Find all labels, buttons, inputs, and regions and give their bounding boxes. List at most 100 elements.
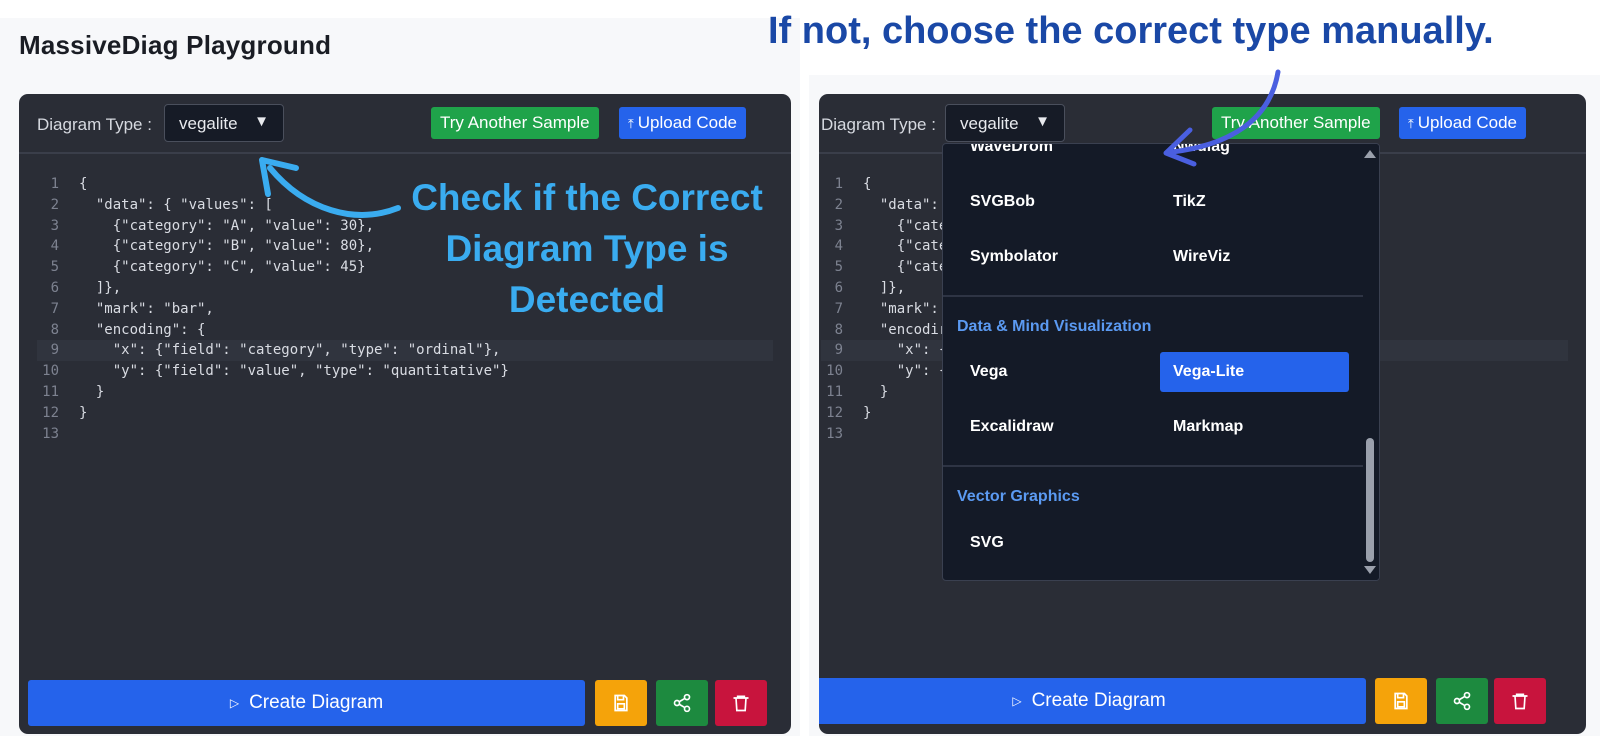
scroll-thumb[interactable] <box>1366 438 1374 562</box>
line-number: 3 <box>50 217 59 234</box>
line-number: 2 <box>50 196 59 213</box>
diagram-type-select[interactable]: vegalite ▼ <box>164 104 284 142</box>
dropdown-item-wireviz[interactable]: WireViz <box>1173 248 1230 266</box>
line-number: 5 <box>834 259 843 276</box>
panel-header: Diagram Type : vegalite ▼ Try Another Sa… <box>19 94 791 154</box>
try-another-sample-button[interactable]: Try Another Sample <box>1212 107 1380 139</box>
code-text: "encoding": { <box>79 321 206 338</box>
code-text: "mark": <box>863 300 939 317</box>
dropdown-group-data-mind: Data & Mind Visualization <box>957 318 1152 335</box>
code-text: "x": { <box>863 342 948 359</box>
share-icon <box>673 693 691 713</box>
dropdown-item-svg[interactable]: SVG <box>970 534 1004 552</box>
line-number: 1 <box>50 176 59 192</box>
code-text: "data": { "values": [ <box>79 196 273 213</box>
code-text: ]}, <box>863 279 906 296</box>
line-number: 4 <box>50 238 59 255</box>
code-line[interactable]: 10 "y": {"field": "value", "type": "quan… <box>37 361 773 382</box>
code-text: {"category": "C", "value": 45} <box>79 259 366 276</box>
dropdown-item-excalidraw[interactable]: Excalidraw <box>970 418 1054 436</box>
dropdown-item-tikz[interactable]: TikZ <box>1173 193 1206 211</box>
code-line[interactable]: 9 "x": {"field": "category", "type": "or… <box>37 340 773 362</box>
line-number: 11 <box>42 383 59 400</box>
code-text: "y": {"field": "value", "type": "quantit… <box>79 363 509 380</box>
diagram-type-select[interactable]: vegalite ▼ <box>945 104 1065 142</box>
code-text: } <box>79 404 88 421</box>
code-text: ]}, <box>79 279 122 296</box>
upload-code-button[interactable]: ⤒ Upload Code <box>1399 107 1526 139</box>
create-diagram-button[interactable]: ▷ Create Diagram <box>819 678 1366 724</box>
delete-button[interactable] <box>1494 678 1546 724</box>
annotation-left-line: Check if the Correct <box>411 177 763 218</box>
code-line[interactable]: 12} <box>37 403 773 424</box>
upload-code-label: Upload Code <box>1417 113 1517 132</box>
create-diagram-button[interactable]: ▷ Create Diagram <box>28 680 585 726</box>
save-icon <box>1394 692 1408 710</box>
code-text: {"cate <box>863 259 948 276</box>
code-text: {"cate <box>863 238 948 255</box>
line-number: 7 <box>50 300 59 317</box>
upload-icon: ⤒ <box>628 116 634 131</box>
dropdown-item-wavedrom[interactable]: WaveDrom <box>970 144 1053 156</box>
trash-icon <box>733 695 749 712</box>
line-number: 6 <box>834 279 843 296</box>
editor-footer: ▷ Create Diagram <box>819 678 1577 726</box>
save-button[interactable] <box>1375 678 1427 724</box>
code-text: {"category": "B", "value": 80}, <box>79 238 375 255</box>
page: MassiveDiag Playground Diagram Type : ve… <box>0 0 1600 750</box>
diagram-type-label: Diagram Type : <box>37 115 152 134</box>
save-icon <box>614 694 628 712</box>
upload-icon: ⤒ <box>1408 116 1414 131</box>
diagram-type-dropdown[interactable]: WaveDrom Nwdiag SVGBob TikZ Symbolator W… <box>942 143 1380 581</box>
line-number: 12 <box>42 404 59 421</box>
line-number: 8 <box>50 321 59 338</box>
line-number: 7 <box>834 300 843 317</box>
code-text: "x": {"field": "category", "type": "ordi… <box>79 342 501 359</box>
dropdown-item-svgbob[interactable]: SVGBob <box>970 193 1035 211</box>
dropdown-item-vega-lite[interactable]: Vega-Lite <box>1173 363 1244 381</box>
line-number: 4 <box>834 238 843 255</box>
share-button[interactable] <box>1436 678 1488 724</box>
code-text: "encodir <box>863 321 948 338</box>
scroll-up-icon[interactable] <box>1364 150 1376 158</box>
upload-code-label: Upload Code <box>637 113 737 132</box>
dropdown-item-nwdiag[interactable]: Nwdiag <box>1173 144 1230 156</box>
diagram-type-label: Diagram Type : <box>821 115 936 134</box>
line-number: 3 <box>834 217 843 234</box>
dropdown-item-markmap[interactable]: Markmap <box>1173 418 1243 436</box>
line-number: 12 <box>826 404 843 421</box>
code-line[interactable]: 11 } <box>37 382 773 403</box>
diagram-type-value: vegalite <box>960 114 1019 133</box>
dropdown-divider <box>943 295 1363 297</box>
share-button[interactable] <box>656 680 708 726</box>
line-number: 5 <box>50 259 59 276</box>
code-line[interactable]: 13 <box>37 424 773 445</box>
line-number: 2 <box>834 196 843 213</box>
create-diagram-label: Create Diagram <box>1031 690 1166 711</box>
line-number: 10 <box>42 363 59 380</box>
diagram-type-value: vegalite <box>179 114 238 133</box>
dropdown-item-vega[interactable]: Vega <box>970 363 1007 381</box>
play-icon: ▷ <box>229 696 240 710</box>
dropdown-item-symbolator[interactable]: Symbolator <box>970 248 1058 266</box>
dropdown-scrollbar[interactable] <box>1363 144 1379 580</box>
line-number: 9 <box>50 342 59 359</box>
upload-code-button[interactable]: ⤒ Upload Code <box>619 107 746 139</box>
try-another-sample-button[interactable]: Try Another Sample <box>431 107 599 139</box>
code-text: {"category": "A", "value": 30}, <box>79 217 375 234</box>
dropdown-group-vector-graphics: Vector Graphics <box>957 488 1080 505</box>
caret-down-icon: ▼ <box>1035 113 1050 130</box>
annotation-left: Check if the Correct Diagram Type is Det… <box>403 172 771 325</box>
delete-button[interactable] <box>715 680 767 726</box>
create-diagram-label: Create Diagram <box>249 692 384 713</box>
page-title: MassiveDiag Playground <box>19 30 332 60</box>
save-button[interactable] <box>595 680 647 726</box>
line-number: 10 <box>826 363 843 380</box>
code-text: {"cate <box>863 217 948 234</box>
editor-footer: ▷ Create Diagram <box>28 680 782 726</box>
annotation-top-right: If not, choose the correct type manually… <box>768 10 1494 52</box>
line-number: 1 <box>834 176 843 192</box>
scroll-down-icon[interactable] <box>1364 566 1376 574</box>
code-text: "mark": "bar", <box>79 300 214 317</box>
line-number: 11 <box>826 383 843 400</box>
